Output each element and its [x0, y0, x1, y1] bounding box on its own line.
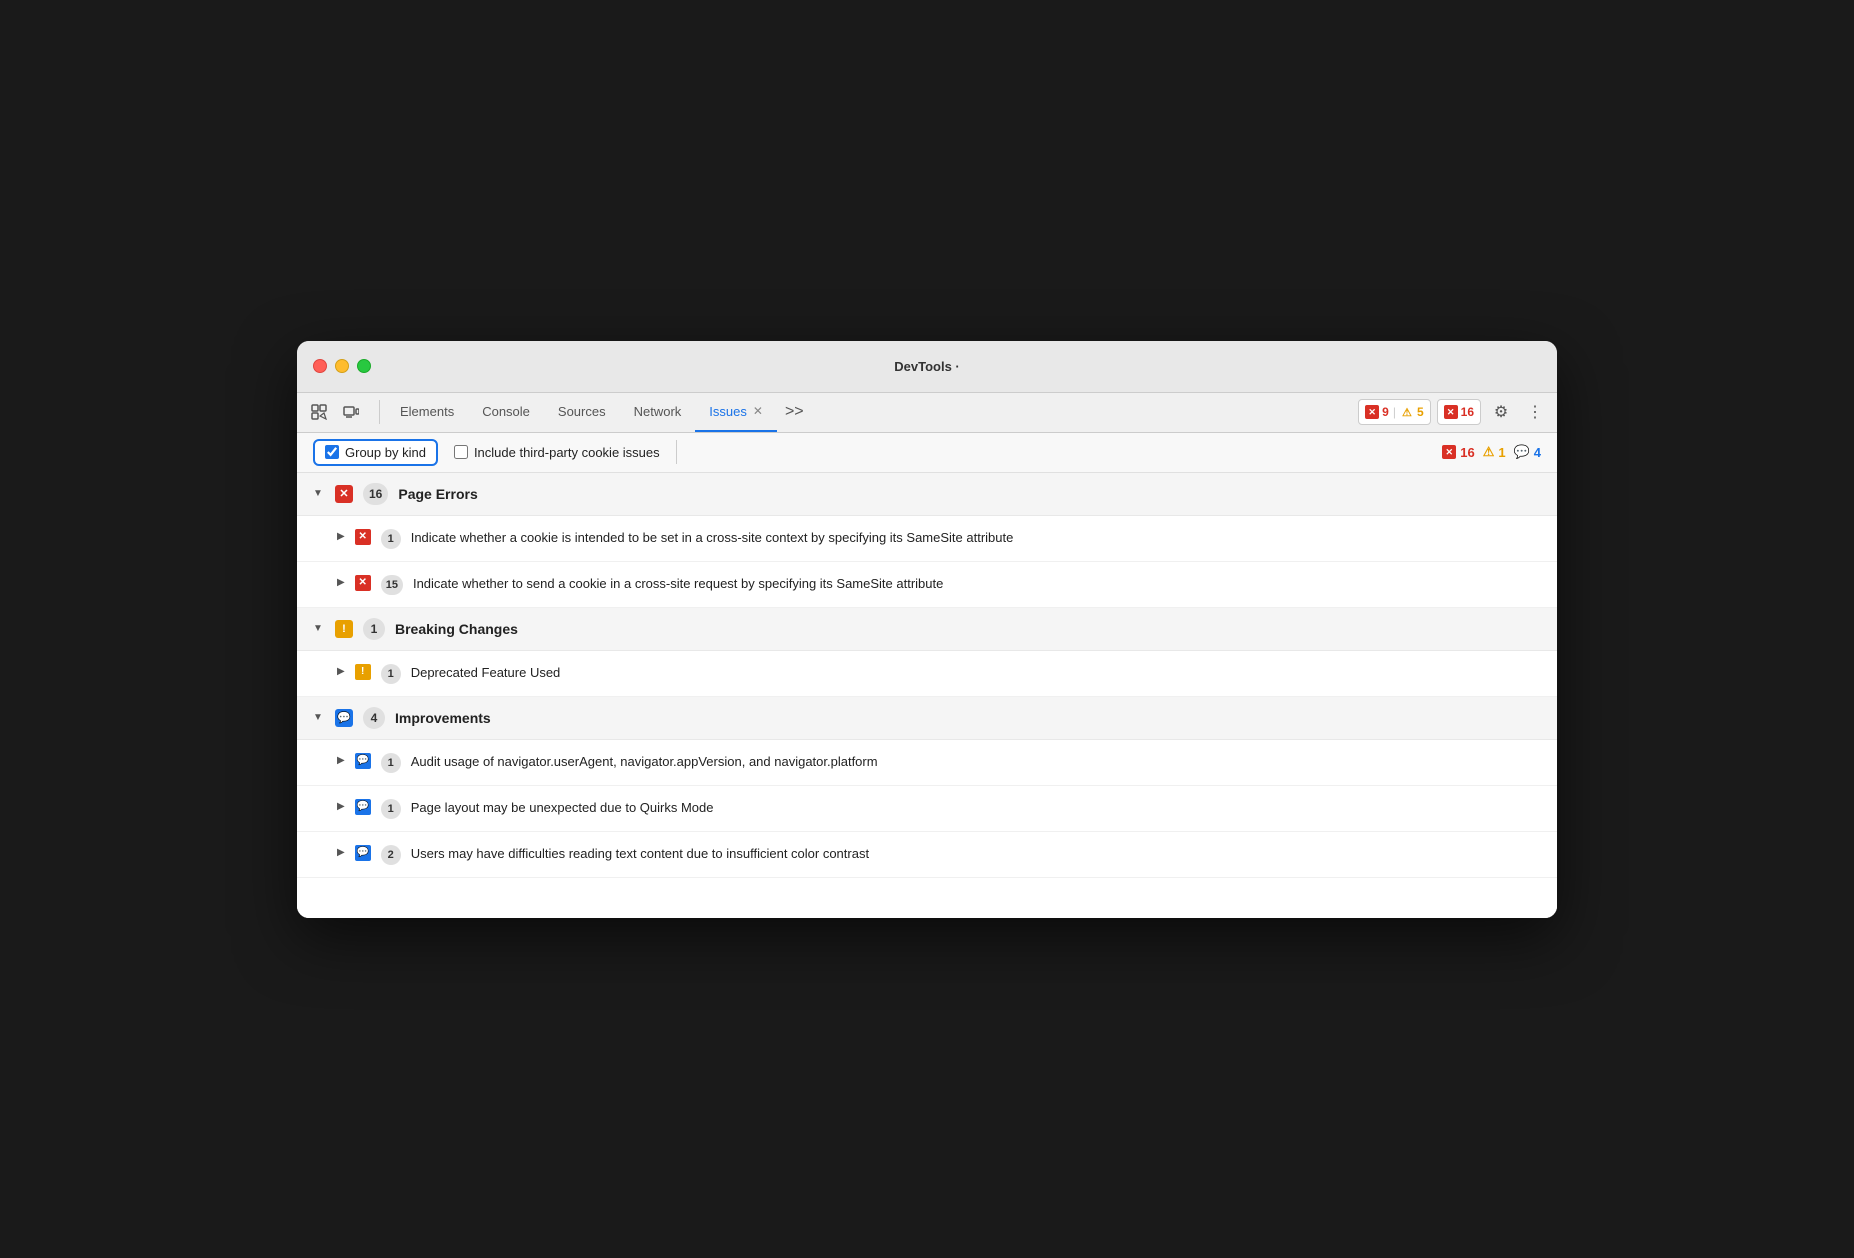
issue-count-3: 1 [381, 664, 401, 684]
filter-divider [676, 440, 677, 464]
group-info-title: Improvements [395, 710, 491, 726]
third-party-checkbox[interactable] [454, 445, 468, 459]
issue-count-5: 1 [381, 799, 401, 819]
filter-warning-icon: ⚠ [1483, 444, 1495, 460]
issue-chevron-1: ▶ [337, 531, 345, 542]
more-options-button[interactable]: ⋮ [1521, 398, 1549, 426]
tab-divider [379, 400, 380, 424]
group-by-kind-label: Group by kind [345, 445, 426, 460]
tab-bar-right: ✕ 9 | ⚠ 5 ✕ 16 ⚙ ⋮ [1358, 398, 1549, 426]
group-warning-count: 1 [363, 618, 385, 640]
issue-warning-icon-3: ! [355, 664, 371, 680]
settings-button[interactable]: ⚙ [1487, 398, 1515, 426]
issue-text-5: Page layout may be unexpected due to Qui… [411, 798, 714, 818]
issue-row-6[interactable]: ▶ 💬 2 Users may have difficulties readin… [297, 832, 1557, 878]
third-party-toggle[interactable]: Include third-party cookie issues [454, 445, 660, 460]
issue-text-2: Indicate whether to send a cookie in a c… [413, 574, 943, 594]
issue-text-3: Deprecated Feature Used [411, 663, 561, 683]
tab-elements[interactable]: Elements [386, 392, 468, 432]
group-header-page-errors[interactable]: ▼ ✕ 16 Page Errors [297, 473, 1557, 516]
group-warning-icon: ! [335, 620, 353, 638]
group-error-icon: ✕ [335, 485, 353, 503]
filter-info-icon: 💬 [1514, 444, 1530, 460]
tab-sources[interactable]: Sources [544, 392, 620, 432]
issue-row-2[interactable]: ▶ ✕ 15 Indicate whether to send a cookie… [297, 562, 1557, 608]
issue-row-5[interactable]: ▶ 💬 1 Page layout may be unexpected due … [297, 786, 1557, 832]
tab-issues[interactable]: Issues ✕ [695, 392, 777, 432]
tab-bar: Elements Console Sources Network Issues … [297, 393, 1557, 433]
issue-count-1: 1 [381, 529, 401, 549]
maximize-button[interactable] [357, 359, 371, 373]
issue-chevron-4: ▶ [337, 755, 345, 766]
chevron-breaking-changes: ▼ [313, 623, 325, 634]
issue-chevron-2: ▶ [337, 577, 345, 588]
issue-error-icon-1: ✕ [355, 529, 371, 545]
filter-bar: Group by kind Include third-party cookie… [297, 433, 1557, 473]
bottom-padding [297, 878, 1557, 918]
issue-row-3[interactable]: ▶ ! 1 Deprecated Feature Used [297, 651, 1557, 697]
filter-warning-badge[interactable]: ⚠ 1 [1483, 444, 1506, 460]
issue-text-6: Users may have difficulties reading text… [411, 844, 869, 864]
warning-badge: ⚠ 5 [1400, 405, 1424, 419]
filter-error-badge[interactable]: ✕ 16 [1442, 445, 1474, 460]
group-info-icon: 💬 [335, 709, 353, 727]
third-party-label: Include third-party cookie issues [474, 445, 660, 460]
group-error-title: Page Errors [398, 486, 477, 502]
chevron-page-errors: ▼ [313, 488, 325, 499]
tab-console[interactable]: Console [468, 392, 544, 432]
devtools-window: DevTools · [297, 341, 1557, 918]
group-header-improvements[interactable]: ▼ 💬 4 Improvements [297, 697, 1557, 740]
error-badge: ✕ 9 [1365, 405, 1389, 419]
issue-info-icon-5: 💬 [355, 799, 371, 815]
issues-list: ▼ ✕ 16 Page Errors ▶ ✕ 1 Indicate whethe… [297, 473, 1557, 918]
issue-count-2: 15 [381, 575, 403, 595]
tab-close-issues[interactable]: ✕ [753, 404, 763, 418]
group-info-count: 4 [363, 707, 385, 729]
tab-icons [305, 398, 365, 426]
warning-icon: ⚠ [1400, 405, 1414, 419]
chevron-improvements: ▼ [313, 712, 325, 723]
issue-chevron-6: ▶ [337, 847, 345, 858]
issue-row-1[interactable]: ▶ ✕ 1 Indicate whether a cookie is inten… [297, 516, 1557, 562]
group-by-kind-checkbox[interactable] [325, 445, 339, 459]
issue-chevron-5: ▶ [337, 801, 345, 812]
traffic-lights [313, 359, 371, 373]
error-badge-group[interactable]: ✕ 9 | ⚠ 5 [1358, 399, 1431, 425]
devtools-content: Elements Console Sources Network Issues … [297, 393, 1557, 918]
filter-info-badge[interactable]: 💬 4 [1514, 444, 1541, 460]
tab-network[interactable]: Network [620, 392, 696, 432]
issue-info-icon-6: 💬 [355, 845, 371, 861]
block-badge-group[interactable]: ✕ 16 [1437, 399, 1481, 425]
tab-more-button[interactable]: >> [777, 403, 812, 421]
filter-badges: ✕ 16 ⚠ 1 💬 4 [1442, 444, 1541, 460]
window-title: DevTools · [894, 359, 960, 374]
block-badge: ✕ 16 [1444, 405, 1474, 419]
group-by-kind-toggle[interactable]: Group by kind [313, 439, 438, 466]
group-warning-title: Breaking Changes [395, 621, 518, 637]
tabs: Elements Console Sources Network Issues … [386, 392, 1358, 432]
group-error-count: 16 [363, 483, 388, 505]
group-header-breaking-changes[interactable]: ▼ ! 1 Breaking Changes [297, 608, 1557, 651]
device-icon[interactable] [337, 398, 365, 426]
issue-text-4: Audit usage of navigator.userAgent, navi… [411, 752, 878, 772]
close-button[interactable] [313, 359, 327, 373]
issue-count-6: 2 [381, 845, 401, 865]
minimize-button[interactable] [335, 359, 349, 373]
issue-chevron-3: ▶ [337, 666, 345, 677]
block-icon: ✕ [1444, 405, 1458, 419]
issue-error-icon-2: ✕ [355, 575, 371, 591]
error-icon: ✕ [1365, 405, 1379, 419]
issue-info-icon-4: 💬 [355, 753, 371, 769]
issue-count-4: 1 [381, 753, 401, 773]
title-bar: DevTools · [297, 341, 1557, 393]
filter-error-icon: ✕ [1442, 445, 1456, 459]
issue-text-1: Indicate whether a cookie is intended to… [411, 528, 1014, 548]
issue-row-4[interactable]: ▶ 💬 1 Audit usage of navigator.userAgent… [297, 740, 1557, 786]
inspector-icon[interactable] [305, 398, 333, 426]
